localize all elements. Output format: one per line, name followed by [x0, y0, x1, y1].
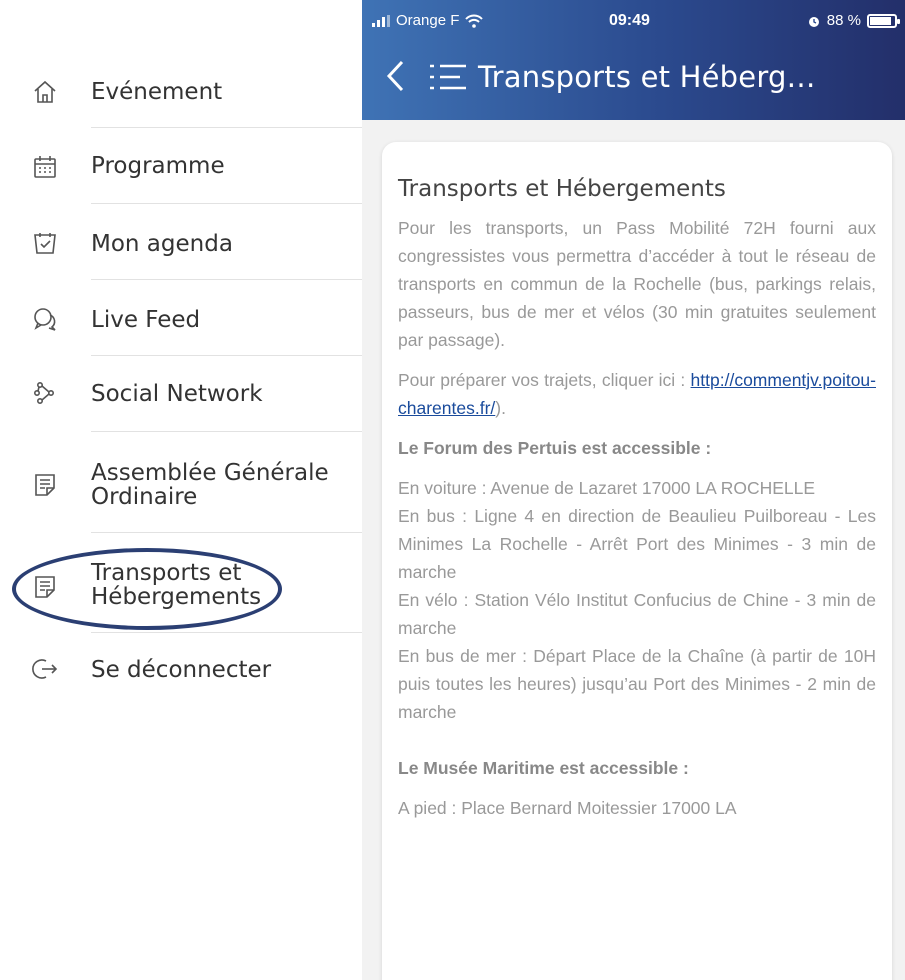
back-chevron-icon[interactable]: [384, 58, 406, 94]
nav-bar: Transports et Héberg…: [362, 52, 905, 102]
forum-access-line: En bus de mer : Départ Place de la Chaîn…: [398, 646, 876, 722]
calendar-grid-icon: [30, 152, 60, 182]
status-right: 88 %: [807, 12, 900, 29]
intro-paragraph: Pour les transports, un Pass Mobilité 72…: [398, 218, 876, 350]
status-left: Orange F: [372, 12, 484, 29]
menu-item-programme[interactable]: Programme: [0, 148, 362, 188]
menu-item-label: Programme: [91, 153, 225, 179]
menu-item-label: Mon agenda: [91, 231, 233, 257]
menu-item-label: Assemblée Générale Ordinaire: [91, 460, 329, 510]
document-icon: [30, 572, 60, 602]
forum-access-line: En voiture : Avenue de Lazaret 17000 LA …: [398, 478, 816, 498]
app-screen: Orange F 09:49 88 % Transports et Héberg…: [362, 0, 905, 980]
logout-icon: [30, 654, 60, 684]
side-menu: Evénement Programme Mon agenda Live Feed…: [0, 0, 362, 980]
battery-percent: 88 %: [826, 12, 861, 29]
menu-divider: [91, 632, 362, 633]
menu-divider: [91, 203, 362, 204]
menu-item-assemblee-generale[interactable]: Assemblée Générale Ordinaire: [0, 455, 362, 515]
alarm-icon: [807, 14, 821, 28]
menu-divider: [91, 532, 362, 533]
signal-icon: [372, 14, 390, 27]
menu-divider: [91, 279, 362, 280]
menu-item-social-network[interactable]: Social Network: [0, 374, 362, 414]
musee-heading: Le Musée Maritime est accessible :: [398, 758, 689, 778]
carrier-name: Orange F: [396, 12, 460, 29]
menu-item-se-deconnecter[interactable]: Se déconnecter: [0, 650, 362, 690]
menu-item-mon-agenda[interactable]: Mon agenda: [0, 224, 362, 264]
agenda-icon: [30, 228, 60, 258]
trajets-paragraph: Pour préparer vos trajets, cliquer ici :…: [398, 366, 876, 422]
trajets-suffix: ).: [495, 398, 506, 418]
social-network-icon: [30, 378, 60, 408]
forum-access-line: En bus : Ligne 4 en direction de Beaulie…: [398, 506, 876, 582]
card-title: Transports et Hébergements: [398, 176, 726, 202]
menu-toggle-icon[interactable]: [428, 64, 468, 90]
menu-divider: [91, 431, 362, 432]
menu-item-live-feed[interactable]: Live Feed: [0, 300, 362, 340]
card-body: Pour les transports, un Pass Mobilité 72…: [398, 214, 876, 822]
home-icon: [30, 77, 60, 107]
battery-icon: [867, 13, 900, 28]
menu-item-label: Social Network: [91, 381, 263, 407]
page-title: Transports et Héberg…: [478, 60, 816, 94]
chat-bubbles-icon: [30, 304, 60, 334]
status-time: 09:49: [609, 12, 650, 29]
content-card: Transports et Hébergements Pour les tran…: [382, 142, 892, 980]
wifi-icon: [465, 14, 484, 28]
menu-item-transports-hebergements[interactable]: Transports et Hébergements: [0, 557, 362, 617]
forum-heading: Le Forum des Pertuis est accessible :: [398, 438, 712, 458]
forum-access-line: En vélo : Station Vélo Institut Confuciu…: [398, 590, 876, 638]
status-bar: Orange F 09:49 88 %: [362, 0, 905, 40]
menu-divider: [91, 127, 362, 128]
menu-item-label: Se déconnecter: [91, 657, 272, 683]
app-header: Orange F 09:49 88 % Transports et Héberg…: [362, 0, 905, 120]
menu-item-label: Live Feed: [91, 307, 201, 333]
menu-item-evenement[interactable]: Evénement: [0, 72, 362, 112]
battery-fill: [870, 16, 892, 25]
musee-access-line: A pied : Place Bernard Moitessier 17000 …: [398, 798, 737, 818]
menu-item-label: Transports et Hébergements: [91, 560, 262, 610]
menu-divider: [91, 355, 362, 356]
trajets-text: Pour préparer vos trajets, cliquer ici :: [398, 370, 691, 390]
document-icon: [30, 470, 60, 500]
menu-item-label: Evénement: [91, 79, 223, 105]
forum-access-list: En voiture : Avenue de Lazaret 17000 LA …: [398, 474, 876, 726]
